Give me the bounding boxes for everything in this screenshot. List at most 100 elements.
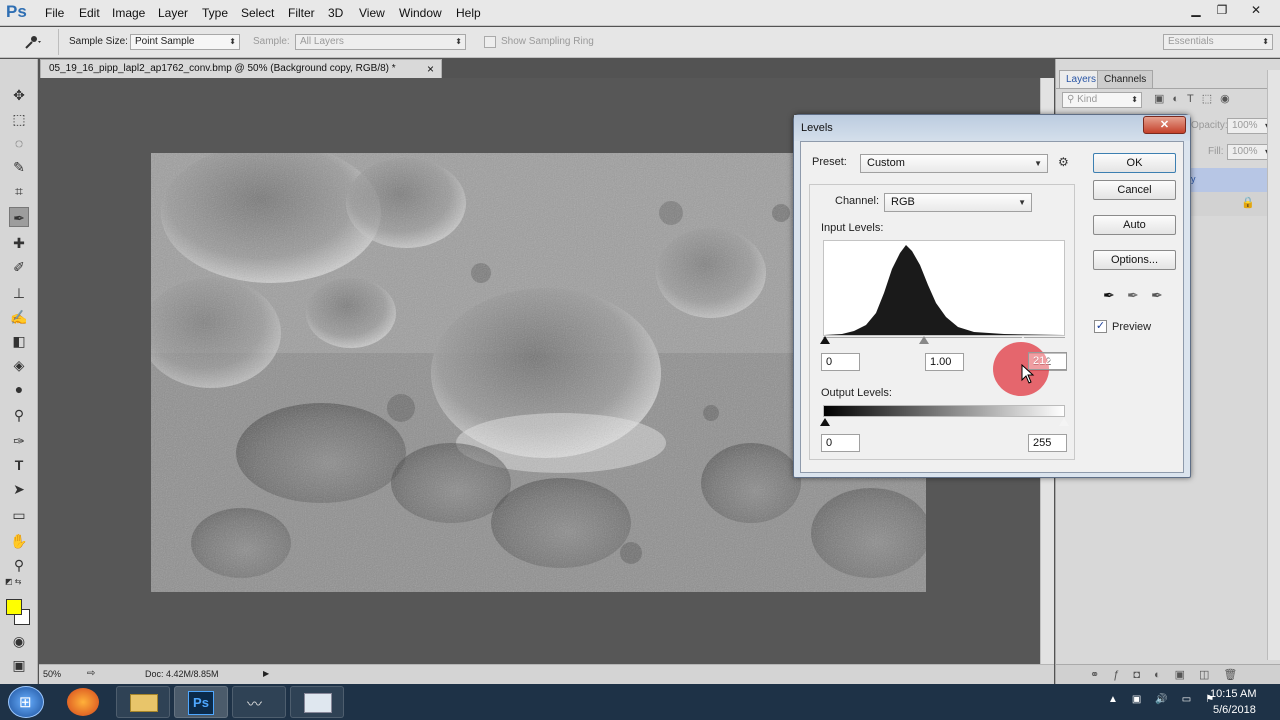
workspace-value: Essentials (1168, 36, 1214, 47)
menu-type[interactable]: Type (202, 6, 228, 20)
layer-filter-select[interactable]: ⚲ Kind ⬍ (1062, 92, 1142, 108)
black-point-eyedropper-icon[interactable]: ✒ (1103, 287, 1115, 304)
taskbar-photoshop[interactable]: Ps (174, 686, 228, 718)
dialog-titlebar[interactable]: Levels ✕ (794, 115, 1190, 141)
histogram (823, 240, 1065, 336)
levels-dialog: Levels ✕ Preset: Custom ▼ ⚙ Channel: RGB ▼… (793, 114, 1191, 478)
menu-help[interactable]: Help (456, 6, 481, 20)
preset-label: Preset: (812, 156, 847, 168)
mouse-cursor-icon (1021, 363, 1035, 384)
eyedropper-tool-preset-icon[interactable] (22, 34, 42, 50)
white-point-eyedropper-icon[interactable]: ✒ (1151, 287, 1163, 304)
menu-view[interactable]: View (359, 6, 385, 20)
ok-button[interactable]: OK (1093, 153, 1176, 173)
history-brush-tool-icon[interactable]: ✍ (9, 307, 29, 327)
layer-filter-kind: Kind (1077, 94, 1098, 105)
zoom-level[interactable]: 50% (43, 665, 61, 683)
type-tool-icon[interactable]: T (9, 455, 29, 475)
lasso-tool-icon[interactable]: ◌ (9, 133, 29, 153)
menu-select[interactable]: Select (241, 6, 274, 20)
sample-size-value: Point Sample (135, 36, 195, 47)
layers-footer-icons[interactable]: ⚭ƒ◘◐▣◫🗑 (1056, 664, 1280, 684)
document-tab[interactable]: 05_19_16_pipp_lapl2_ap1762_conv.bmp @ 50… (40, 59, 442, 78)
close-window-button[interactable]: ✕ (1243, 2, 1269, 19)
minimize-button[interactable]: ▁ (1183, 2, 1209, 19)
quick-mask-icon[interactable]: ◉ (9, 631, 29, 651)
toolbox: ✥ ⬚ ◌ ✎ ⌗ ✒ ✚ ✐ ⊥ ✍ ◧ ◈ ● ⚲ ✑ T ➤ ▭ ✋ ⚲ … (0, 59, 38, 684)
status-expand-icon[interactable]: ▶ (263, 665, 269, 683)
options-button[interactable]: Options... (1093, 250, 1176, 270)
preset-select[interactable]: Custom ▼ (860, 154, 1048, 173)
auto-button[interactable]: Auto (1093, 215, 1176, 235)
dialog-close-button[interactable]: ✕ (1143, 116, 1186, 134)
input-black-field[interactable]: 0 (821, 353, 860, 371)
dialog-body: Preset: Custom ▼ ⚙ Channel: RGB ▼ Input Le… (800, 141, 1184, 473)
pen-tool-icon[interactable]: ✑ (9, 431, 29, 451)
rectangle-tool-icon[interactable]: ▭ (9, 505, 29, 525)
start-button[interactable]: ⊞ (8, 686, 44, 718)
firefox-icon[interactable] (67, 688, 99, 716)
doc-info: Doc: 4.42M/8.85M (145, 669, 219, 679)
layer-filter-icons[interactable]: ▣◐T⬚◉ (1154, 92, 1238, 105)
output-white-field[interactable]: 255 (1028, 434, 1067, 452)
show-sampling-ring-checkbox[interactable] (484, 36, 496, 48)
brush-tool-icon[interactable]: ✐ (9, 257, 29, 277)
taskbar-audio-app[interactable]: 〰 (232, 686, 286, 718)
output-white-slider[interactable] (1059, 418, 1069, 426)
marquee-tool-icon[interactable]: ⬚ (9, 109, 29, 129)
dodge-tool-icon[interactable]: ⚲ (9, 405, 29, 425)
taskbar-explorer[interactable] (116, 686, 170, 718)
restore-button[interactable]: ❐ (1209, 2, 1235, 19)
menu-3d[interactable]: 3D (328, 6, 343, 20)
crop-tool-icon[interactable]: ⌗ (9, 181, 29, 201)
input-slider-track (823, 337, 1065, 338)
clock-date[interactable]: 5/6/2018 (1213, 704, 1256, 716)
show-sampling-ring-label: Show Sampling Ring (501, 36, 594, 47)
healing-brush-tool-icon[interactable]: ✚ (9, 233, 29, 253)
eraser-tool-icon[interactable]: ◧ (9, 331, 29, 351)
sample-label: Sample: (253, 36, 290, 47)
taskbar-app[interactable] (290, 686, 344, 718)
channel-select[interactable]: RGB ▼ (884, 193, 1032, 212)
workspace-select[interactable]: Essentials ⬍ (1163, 34, 1273, 50)
menu-filter[interactable]: Filter (288, 6, 315, 20)
sample-value: All Layers (300, 36, 344, 47)
menu-image[interactable]: Image (112, 6, 145, 20)
menu-file[interactable]: File (45, 6, 64, 20)
input-black-slider[interactable] (820, 336, 830, 344)
quick-select-tool-icon[interactable]: ✎ (9, 157, 29, 177)
output-black-field[interactable]: 0 (821, 434, 860, 452)
zoom-tool-icon[interactable]: ⚲ (9, 555, 29, 575)
cancel-button[interactable]: Cancel (1093, 180, 1176, 200)
blur-tool-icon[interactable]: ● (9, 379, 29, 399)
gray-point-eyedropper-icon[interactable]: ✒ (1127, 287, 1139, 304)
menu-layer[interactable]: Layer (158, 6, 188, 20)
status-menu-icon[interactable]: ⇨ (87, 665, 95, 683)
default-colors-icon[interactable]: ◩ ⇆ (5, 577, 21, 586)
input-gamma-field[interactable]: 1.00 (925, 353, 964, 371)
sample-size-label: Sample Size: (69, 36, 128, 47)
menu-window[interactable]: Window (399, 6, 442, 20)
clock-time[interactable]: 10:15 AM (1210, 688, 1256, 700)
paint-bucket-tool-icon[interactable]: ◈ (9, 355, 29, 375)
sample-size-select[interactable]: Point Sample ⬍ (130, 34, 240, 50)
input-levels-label: Input Levels: (821, 222, 884, 234)
preview-checkbox[interactable]: ✓ (1094, 320, 1107, 333)
input-gamma-slider[interactable] (919, 336, 929, 344)
output-black-slider[interactable] (820, 418, 830, 426)
hand-tool-icon[interactable]: ✋ (9, 531, 29, 551)
screen-mode-icon[interactable]: ▣ (9, 655, 29, 675)
panel-scrollbar[interactable] (1267, 70, 1280, 660)
eyedropper-tool-icon[interactable]: ✒ (9, 207, 29, 227)
path-selection-tool-icon[interactable]: ➤ (9, 479, 29, 499)
sample-select[interactable]: All Layers ⬍ (295, 34, 466, 50)
clone-stamp-tool-icon[interactable]: ⊥ (9, 283, 29, 303)
lock-icon: 🔒 (1241, 197, 1255, 209)
foreground-color-swatch[interactable] (6, 599, 22, 615)
menu-edit[interactable]: Edit (79, 6, 100, 20)
preset-options-gear-icon[interactable]: ⚙ (1058, 155, 1069, 169)
move-tool-icon[interactable]: ✥ (9, 85, 29, 105)
close-document-icon[interactable]: × (427, 60, 434, 78)
tab-channels[interactable]: Channels (1097, 70, 1154, 88)
fill-value: 100% (1232, 146, 1258, 157)
